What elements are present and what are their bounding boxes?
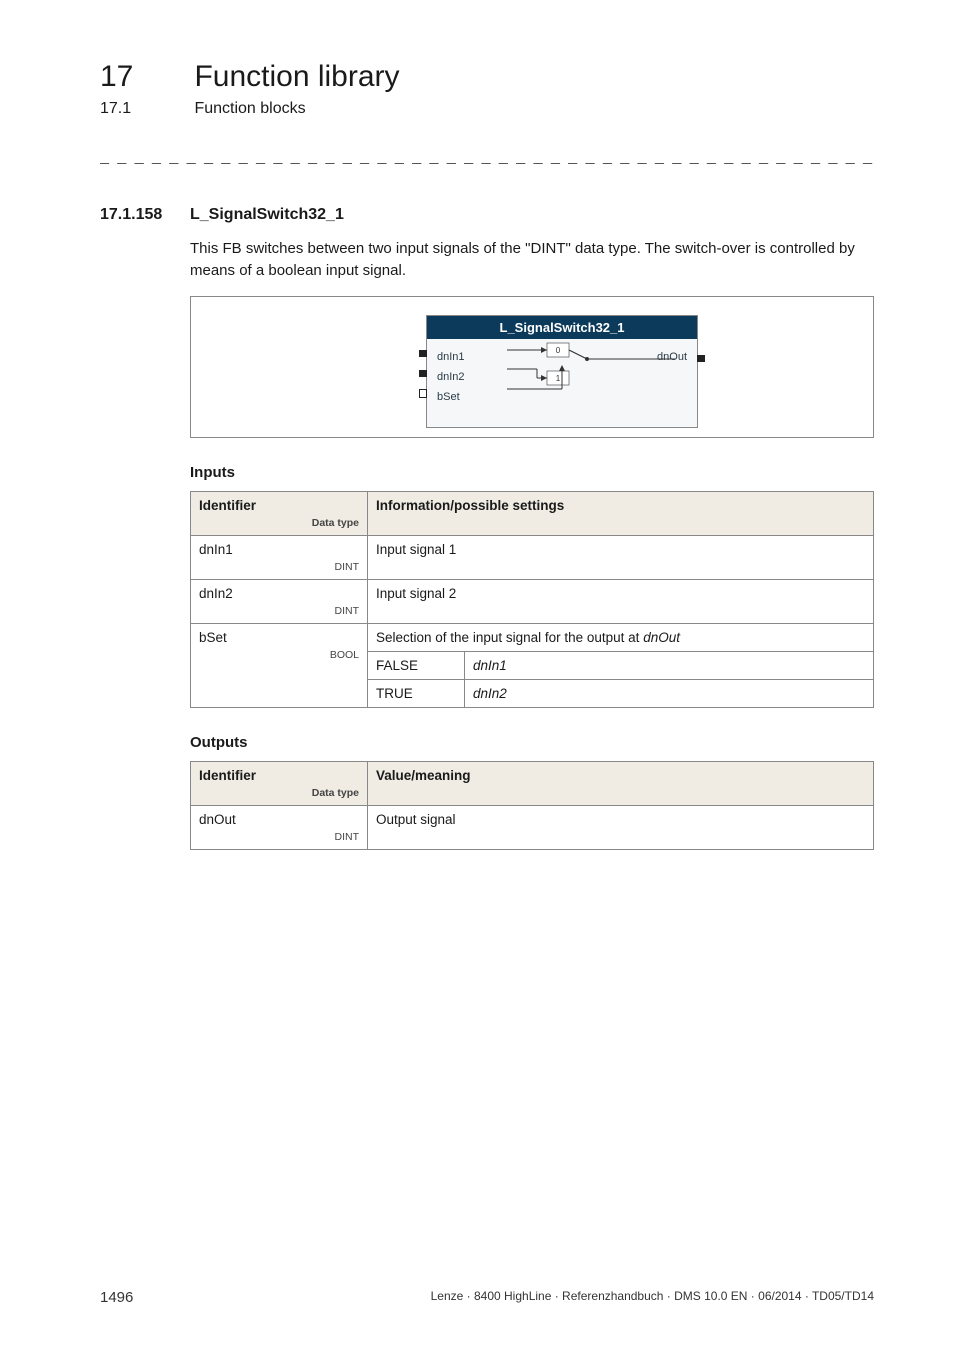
table-row: dnOut DINT Output signal: [191, 805, 874, 849]
subheader-row: 17.1 Function blocks: [100, 100, 874, 118]
table-row: dnIn2 DINT Input signal 2: [191, 579, 874, 623]
col-info: Information/possible settings: [368, 491, 874, 535]
separator-dashes: _ _ _ _ _ _ _ _ _ _ _ _ _ _ _ _ _ _ _ _ …: [100, 148, 874, 166]
bset-true-value: dnIn2: [473, 686, 507, 701]
section-heading-row: 17.1.158 L_SignalSwitch32_1: [100, 206, 874, 224]
input-id: dnIn2: [199, 586, 233, 601]
table-header-row: Identifier Data type Value/meaning: [191, 761, 874, 805]
bset-info-italic: dnOut: [643, 630, 680, 645]
col-identifier: Identifier: [199, 768, 256, 783]
switch-label-0: 0: [556, 346, 561, 355]
input-dt: BOOL: [199, 649, 359, 661]
page-footer: 1496 Lenze · 8400 HighLine · Referenzhan…: [100, 1289, 874, 1306]
table-row: dnIn1 DINT Input signal 1: [191, 535, 874, 579]
output-info: Output signal: [368, 805, 874, 849]
switch-label-1: 1: [556, 374, 561, 383]
port-stub-bset: [419, 389, 427, 398]
table-row: bSet BOOL Selection of the input signal …: [191, 623, 874, 651]
fb-diagram-frame: L_SignalSwitch32_1 dnIn1 dnIn2 bSet dnOu…: [190, 296, 874, 438]
input-info: Input signal 1: [368, 535, 874, 579]
col-info: Value/meaning: [368, 761, 874, 805]
input-id: dnIn1: [199, 542, 233, 557]
outputs-heading: Outputs: [190, 734, 874, 751]
bset-false-value: dnIn1: [473, 658, 507, 673]
port-label-in1: dnIn1: [437, 348, 465, 366]
port-stub-in2: [419, 370, 427, 377]
port-label-bset: bSet: [437, 388, 460, 406]
port-label-in2: dnIn2: [437, 368, 465, 386]
bset-false-label: FALSE: [368, 651, 465, 679]
outputs-table: Identifier Data type Value/meaning dnOut…: [190, 761, 874, 850]
output-dt: DINT: [199, 831, 359, 843]
subsection-title: Function blocks: [194, 100, 305, 118]
input-info: Input signal 2: [368, 579, 874, 623]
input-dt: DINT: [199, 561, 359, 573]
header-row: 17 Function library: [100, 60, 874, 94]
input-dt: DINT: [199, 605, 359, 617]
subsection-number: 17.1: [100, 100, 190, 118]
inputs-table: Identifier Data type Information/possibl…: [190, 491, 874, 708]
output-id: dnOut: [199, 812, 236, 827]
port-stub-out: [697, 355, 705, 362]
section-number: 17.1.158: [100, 206, 190, 224]
bset-true-label: TRUE: [368, 679, 465, 707]
bset-info-prefix: Selection of the input signal for the ou…: [376, 630, 643, 645]
footer-info: Lenze · 8400 HighLine · Referenzhandbuch…: [431, 1289, 874, 1306]
fb-title: L_SignalSwitch32_1: [427, 316, 697, 339]
col-datatype: Data type: [199, 517, 359, 529]
col-datatype: Data type: [199, 787, 359, 799]
inputs-heading: Inputs: [190, 464, 874, 481]
chapter-title: Function library: [194, 60, 399, 94]
port-stub-in1: [419, 350, 427, 357]
col-identifier: Identifier: [199, 498, 256, 513]
input-id: bSet: [199, 630, 227, 645]
switch-icon: 0 1: [507, 341, 677, 401]
section-title: L_SignalSwitch32_1: [190, 206, 344, 224]
chapter-number: 17: [100, 60, 190, 94]
page-number: 1496: [100, 1289, 133, 1306]
fb-box: L_SignalSwitch32_1 dnIn1 dnIn2 bSet dnOu…: [426, 315, 698, 428]
table-header-row: Identifier Data type Information/possibl…: [191, 491, 874, 535]
section-description: This FB switches between two input signa…: [190, 238, 874, 282]
